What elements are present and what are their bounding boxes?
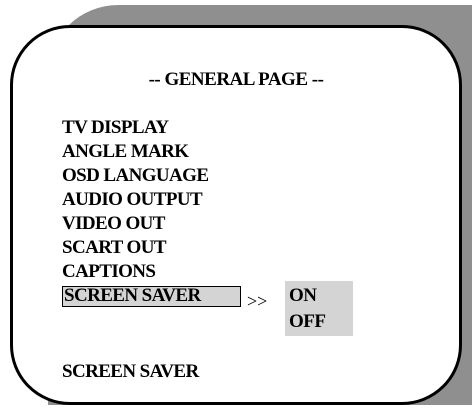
- menu-item-label: CAPTIONS: [62, 261, 156, 282]
- option-list: ON OFF: [285, 281, 353, 336]
- status-label: SCREEN SAVER: [62, 361, 199, 382]
- setup-menu-panel: -- GENERAL PAGE -- TV DISPLAY ANGLE MARK…: [10, 25, 462, 405]
- page-title: -- GENERAL PAGE --: [148, 69, 324, 90]
- option-on[interactable]: ON: [289, 285, 317, 307]
- menu-item-label: ANGLE MARK: [62, 141, 189, 162]
- menu-item-audio-output[interactable]: AUDIO OUTPUT: [62, 188, 208, 212]
- menu-item-label: TV DISPLAY: [62, 117, 169, 138]
- menu-item-scart-out[interactable]: SCART OUT: [62, 236, 208, 260]
- menu-item-label: SCREEN SAVER: [64, 285, 201, 306]
- menu-item-label: SCART OUT: [62, 237, 167, 258]
- option-off[interactable]: OFF: [289, 311, 326, 333]
- menu-item-label: OSD LANGUAGE: [62, 165, 209, 186]
- menu-list: TV DISPLAY ANGLE MARK OSD LANGUAGE AUDIO…: [62, 116, 241, 308]
- menu-item-video-out[interactable]: VIDEO OUT: [62, 212, 208, 236]
- menu-item-captions[interactable]: CAPTIONS: [62, 260, 208, 284]
- menu-item-osd-language[interactable]: OSD LANGUAGE: [62, 164, 209, 188]
- menu-item-screen-saver[interactable]: SCREEN SAVER: [62, 284, 241, 308]
- menu-item-label: AUDIO OUTPUT: [62, 189, 203, 210]
- menu-item-angle-mark[interactable]: ANGLE MARK: [62, 140, 208, 164]
- submenu-arrow-icon: >>: [247, 291, 268, 311]
- menu-item-label: VIDEO OUT: [62, 213, 165, 234]
- menu-item-tv-display[interactable]: TV DISPLAY: [62, 116, 208, 140]
